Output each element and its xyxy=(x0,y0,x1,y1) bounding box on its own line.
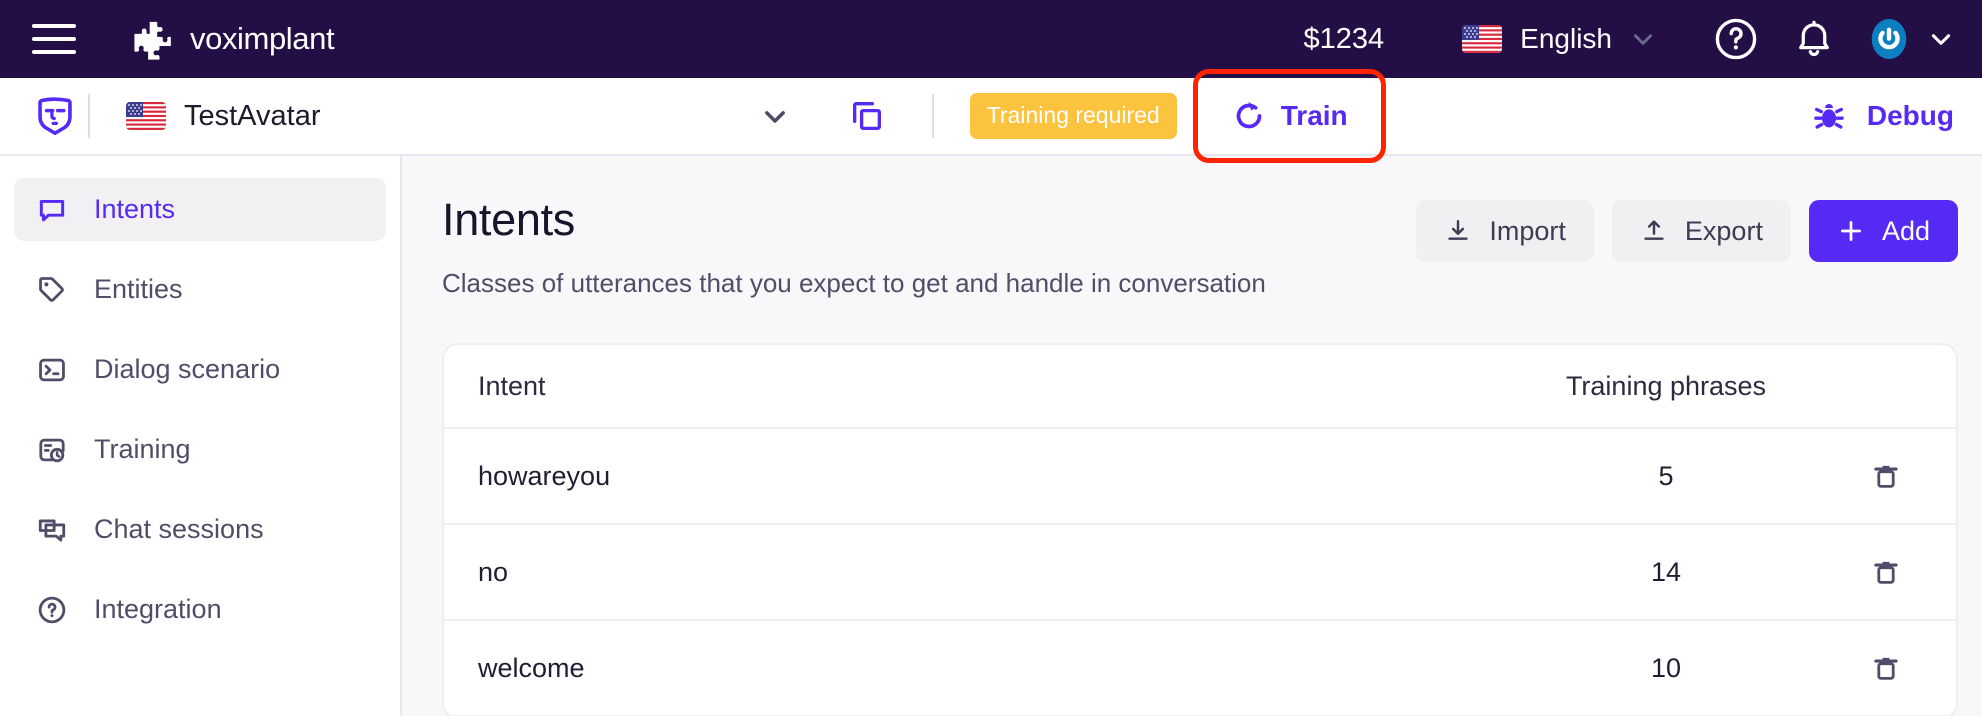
page-body: Intents Entities Dialog scenario Trainin… xyxy=(0,156,1982,716)
cell-intent-name: no xyxy=(478,556,509,587)
topbar-right-group: $1234 English xyxy=(1304,11,1955,67)
plus-icon xyxy=(1840,221,1861,241)
main-content: Intents Classes of utterances that you e… xyxy=(402,156,1982,716)
chevron-down-icon xyxy=(1634,34,1652,45)
sidebar-item-integration[interactable]: Integration xyxy=(14,578,386,641)
download-icon xyxy=(1448,219,1468,240)
brand-logo[interactable]: voximplant xyxy=(132,18,335,60)
chat-bubble-icon xyxy=(39,199,65,221)
account-balance[interactable]: $1234 xyxy=(1304,23,1385,56)
export-button[interactable]: Export xyxy=(1611,200,1791,262)
upload-icon xyxy=(1644,220,1664,240)
intents-table: Intent Training phrases howareyou 5 no 1… xyxy=(442,343,1958,716)
cell-training-phrases: 14 xyxy=(1650,556,1682,587)
row-actions xyxy=(1816,460,1956,492)
user-avatar-icon xyxy=(1871,19,1907,59)
us-flag-icon xyxy=(1462,25,1503,53)
question-circle-icon xyxy=(38,596,66,623)
toolbar-divider xyxy=(931,94,934,138)
trash-icon[interactable] xyxy=(1870,652,1902,684)
avatar-selector[interactable]: TestAvatar xyxy=(126,100,320,133)
row-actions xyxy=(1816,556,1956,588)
cell-training-phrases: 10 xyxy=(1650,652,1682,683)
sidebar-item-label: Integration xyxy=(94,594,222,624)
question-circle-icon xyxy=(1715,18,1757,60)
notifications-button[interactable] xyxy=(1786,11,1842,67)
cell-training-phrases: 5 xyxy=(1658,460,1674,491)
hamburger-line xyxy=(32,37,76,41)
brand-name: voximplant xyxy=(190,21,335,56)
column-header-intent: Intent xyxy=(478,370,546,401)
bell-icon xyxy=(1799,20,1829,57)
hamburger-line xyxy=(32,50,76,54)
add-label: Add xyxy=(1881,215,1930,246)
table-row[interactable]: no 14 xyxy=(444,525,1956,621)
sidebar-item-entities[interactable]: Entities xyxy=(14,258,386,321)
help-button[interactable] xyxy=(1708,11,1764,67)
page-subtitle: Classes of utterances that you expect to… xyxy=(442,268,1266,298)
toolbar-divider xyxy=(88,94,90,138)
column-header-training-phrases: Training phrases xyxy=(1565,370,1767,401)
sidebar-item-dialog-scenario[interactable]: Dialog scenario xyxy=(14,338,386,401)
avatar-app-icon-button[interactable] xyxy=(22,93,88,139)
us-flag-icon xyxy=(126,102,166,130)
training-clock-icon xyxy=(39,438,65,462)
trash-icon[interactable] xyxy=(1870,460,1902,492)
trash-icon[interactable] xyxy=(1870,556,1902,588)
train-button-group: Train xyxy=(1192,69,1386,163)
avatar-mask-icon xyxy=(38,97,72,136)
cell-intent-name: welcome xyxy=(478,652,585,683)
copy-icon[interactable] xyxy=(848,97,886,135)
sidebar-item-training[interactable]: Training xyxy=(14,418,386,481)
terminal-icon xyxy=(39,358,65,381)
language-selector[interactable]: English xyxy=(1462,23,1656,55)
status-badge: Training required xyxy=(969,93,1177,139)
table-row[interactable]: welcome 10 xyxy=(444,621,1956,716)
table-header-row: Intent Training phrases xyxy=(444,345,1956,429)
cell-intent-name: howareyou xyxy=(478,460,611,491)
avatar-dropdown-chevron-down-icon[interactable] xyxy=(760,101,790,131)
refresh-icon xyxy=(1236,101,1262,129)
debug-button[interactable]: Debug xyxy=(1809,96,1954,136)
add-button[interactable]: Add xyxy=(1808,200,1958,262)
page-actions: Import Export Add xyxy=(1416,194,1958,262)
import-button[interactable]: Import xyxy=(1416,200,1594,262)
sidebar-item-label: Entities xyxy=(94,274,183,304)
account-menu[interactable] xyxy=(1864,14,1954,64)
avatar-toolbar: TestAvatar Training required Train Debug xyxy=(0,69,1982,163)
sidebar-item-chat-sessions[interactable]: Chat sessions xyxy=(14,498,386,561)
tag-icon xyxy=(39,276,64,302)
debug-label: Debug xyxy=(1866,100,1954,131)
top-navbar: voximplant $1234 English xyxy=(0,0,1982,78)
train-button[interactable]: Train xyxy=(1208,87,1370,145)
import-label: Import xyxy=(1489,215,1566,246)
page-title: Intents xyxy=(442,194,575,245)
hamburger-menu-icon[interactable] xyxy=(32,23,76,55)
language-label: English xyxy=(1520,23,1612,54)
sidebar-item-label: Intents xyxy=(94,194,176,224)
bug-icon xyxy=(1814,104,1844,129)
chevron-down-icon xyxy=(1931,34,1951,45)
sidebar-item-intents[interactable]: Intents xyxy=(14,178,386,241)
train-label: Train xyxy=(1280,100,1348,131)
hamburger-line xyxy=(32,24,76,28)
voximplant-puzzle-icon xyxy=(134,21,171,60)
export-label: Export xyxy=(1684,215,1763,246)
chat-sessions-icon xyxy=(38,519,66,542)
page-header: Intents Classes of utterances that you e… xyxy=(442,194,1958,299)
table-row[interactable]: howareyou 5 xyxy=(444,429,1956,525)
sidebar-nav: Intents Entities Dialog scenario Trainin… xyxy=(0,156,402,716)
sidebar-item-label: Dialog scenario xyxy=(94,354,281,384)
sidebar-item-label: Chat sessions xyxy=(94,514,264,544)
sidebar-item-label: Training xyxy=(94,434,191,464)
avatar-name-label: TestAvatar xyxy=(184,99,321,132)
row-actions xyxy=(1816,652,1956,684)
